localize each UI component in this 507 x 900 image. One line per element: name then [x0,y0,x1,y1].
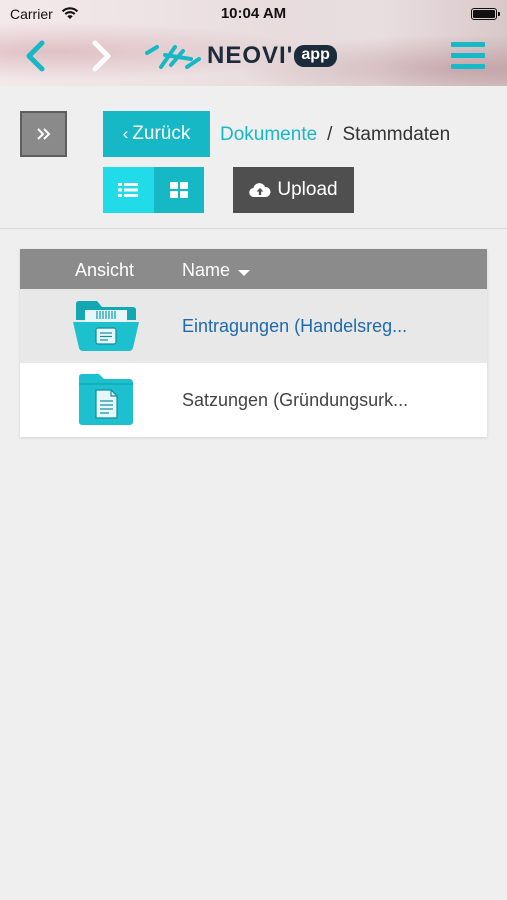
table-row[interactable]: Satzungen (Gründungsurk... [20,363,487,437]
back-button-label: Zurück [132,123,191,144]
app-logo: NEOVI' app [145,40,337,72]
cloud-upload-icon [249,183,271,198]
folder-open-icon [73,301,139,351]
status-bar: Carrier 10:04 AM [0,0,507,28]
folder-document-icon [79,374,133,425]
logo-mark-icon [145,45,201,69]
sort-desc-icon [238,269,251,276]
upload-button[interactable]: Upload [233,167,354,213]
table-header: Ansicht Name [20,249,487,289]
upload-button-label: Upload [277,179,338,200]
back-button[interactable]: ‹ Zurück [103,111,210,157]
expand-sidebar-button[interactable] [20,111,67,157]
status-time: 10:04 AM [220,5,287,22]
logo-badge: app [294,45,337,67]
list-view-icon [118,183,139,197]
breadcrumb-current: Stammdaten [342,124,451,145]
row-name[interactable]: Eintragungen (Handelsreg... [182,316,407,337]
column-header-name[interactable]: Name [182,260,251,281]
list-view-button[interactable] [103,167,154,213]
app-header: Carrier 10:04 AM NEOVI' app [0,0,507,86]
breadcrumb-link-dokumente[interactable]: Dokumente [220,124,317,146]
hamburger-menu-icon[interactable] [451,42,485,70]
documents-table: Ansicht Name Eintragungen (Handelsreg... [20,249,487,437]
column-header-ansicht: Ansicht [75,260,135,280]
divider [0,228,507,229]
chevron-right-icon[interactable] [88,40,114,72]
table-row[interactable]: Eintragungen (Handelsreg... [20,289,487,363]
breadcrumb-separator: / [327,124,333,145]
battery-icon [471,8,500,20]
row-name[interactable]: Satzungen (Gründungsurk... [182,390,408,411]
view-toggle [103,167,204,213]
grid-view-icon [169,182,188,198]
chevron-left-small-icon: ‹ [122,124,129,143]
column-header-name-label: Name [182,260,231,280]
double-chevron-right-icon [36,128,50,140]
chevron-left-icon[interactable] [22,40,48,72]
grid-view-button[interactable] [153,167,204,213]
logo-text: NEOVI' [207,42,294,69]
breadcrumb: Dokumente / Stammdaten [220,124,450,146]
